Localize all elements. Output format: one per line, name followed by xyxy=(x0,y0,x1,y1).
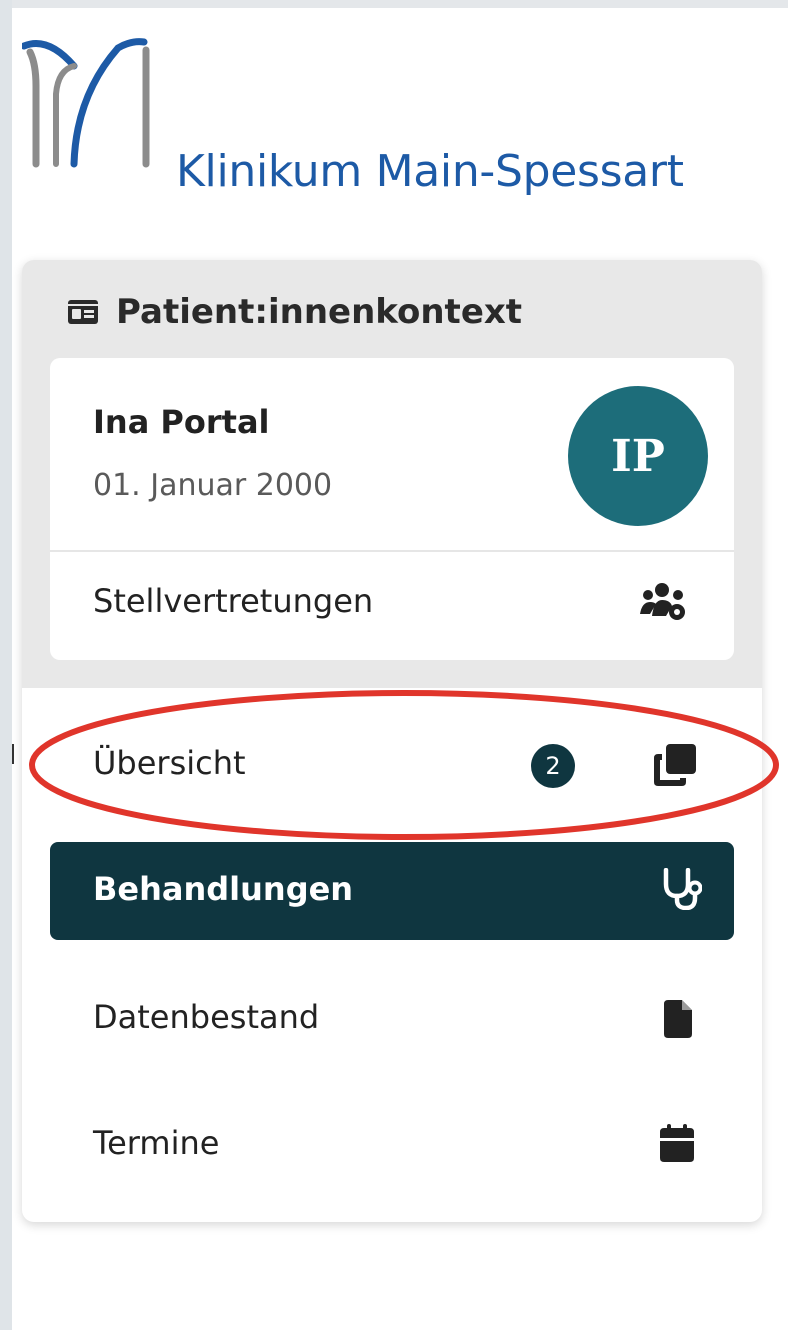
calendar-icon xyxy=(660,1124,694,1162)
patient-sidebar: Patient:innenkontext Ina Portal 01. Janu… xyxy=(22,260,762,1222)
nav-item-label: Behandlungen xyxy=(93,870,354,908)
patient-card: Ina Portal 01. Januar 2000 IP Stellvertr… xyxy=(50,358,734,660)
patient-name: Ina Portal xyxy=(93,403,270,441)
context-header: Patient:innenkontext xyxy=(68,288,522,336)
window-top-edge xyxy=(0,0,788,8)
nav-item-label: Datenbestand xyxy=(93,998,320,1036)
brand-logo[interactable]: Klinikum Main-Spessart xyxy=(22,36,762,197)
stethoscope-icon xyxy=(663,868,702,910)
patient-context-panel: Patient:innenkontext Ina Portal 01. Janu… xyxy=(22,260,762,688)
avatar-initials: IP xyxy=(611,430,665,482)
nav-item-label: Übersicht xyxy=(93,744,246,782)
file-icon xyxy=(664,1000,692,1038)
nav-item-appointments[interactable]: Termine xyxy=(50,1096,734,1194)
notification-badge: 2 xyxy=(531,744,575,788)
window-left-edge xyxy=(0,0,12,1330)
text-cursor xyxy=(12,744,14,764)
clone-icon xyxy=(654,744,696,786)
context-title: Patient:innenkontext xyxy=(116,292,523,332)
id-card-icon xyxy=(68,300,98,324)
nav-item-overview[interactable]: Übersicht 2 xyxy=(50,716,734,814)
users-gear-icon xyxy=(640,583,685,620)
deputies-label: Stellvertretungen xyxy=(93,582,374,620)
nav-item-label: Termine xyxy=(93,1124,220,1162)
nav-item-treatments[interactable]: Behandlungen xyxy=(50,842,734,940)
page: Klinikum Main-Spessart Patient:innenkont… xyxy=(0,0,788,1330)
patient-birth-date: 01. Januar 2000 xyxy=(93,468,333,503)
nav-item-data-inventory[interactable]: Datenbestand xyxy=(50,970,734,1068)
deputies-link[interactable]: Stellvertretungen xyxy=(50,552,734,660)
brand-name: Klinikum Main-Spessart xyxy=(176,146,684,197)
patient-avatar[interactable]: IP xyxy=(568,386,708,526)
klinikum-logo-mark-icon xyxy=(22,38,150,168)
